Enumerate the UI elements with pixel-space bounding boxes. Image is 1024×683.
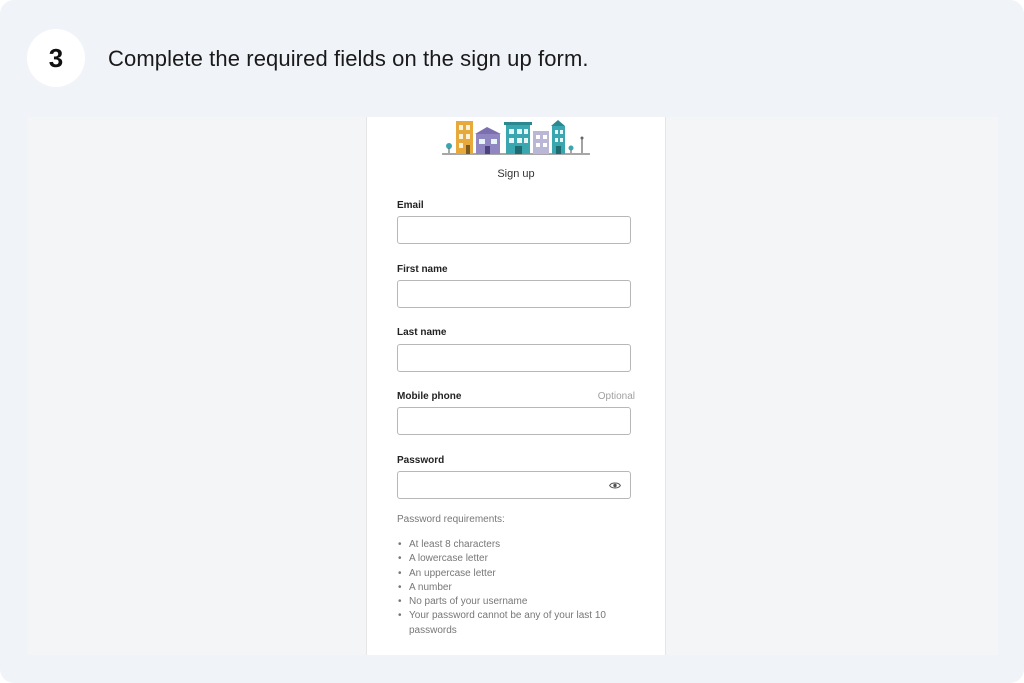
step-instruction: Complete the required fields on the sign… <box>108 46 589 71</box>
password-requirements-title: Password requirements: <box>397 514 505 525</box>
mobile-phone-field[interactable] <box>397 407 631 435</box>
password-requirements-list: At least 8 characters A lowercase letter… <box>397 538 642 638</box>
first-name-field[interactable] <box>397 280 631 308</box>
last-name-field[interactable] <box>397 344 631 372</box>
signup-form-panel: Sign up Email First name Last name Mobil… <box>366 117 666 655</box>
eye-icon[interactable] <box>609 481 621 490</box>
app-screenshot: Sign up Email First name Last name Mobil… <box>28 117 998 655</box>
tutorial-step-card: 3 Complete the required fields on the si… <box>0 0 1024 683</box>
list-item: At least 8 characters <box>397 538 642 553</box>
list-item: No parts of your username <box>397 595 642 610</box>
mobile-phone-optional-hint: Optional <box>597 391 635 402</box>
step-number-badge: 3 <box>27 29 85 87</box>
first-name-label: First name <box>397 264 448 275</box>
email-label: Email <box>397 200 424 211</box>
password-field[interactable] <box>397 471 631 499</box>
signup-title: Sign up <box>497 168 535 180</box>
mobile-phone-label: Mobile phone <box>397 391 462 402</box>
list-item: A lowercase letter <box>397 552 642 567</box>
town-buildings-illustration <box>442 120 590 155</box>
list-item: A number <box>397 581 642 596</box>
email-field[interactable] <box>397 216 631 244</box>
last-name-label: Last name <box>397 327 447 338</box>
list-item: Your password cannot be any of your last… <box>397 609 642 638</box>
list-item: An uppercase letter <box>397 567 642 582</box>
password-label: Password <box>397 455 445 466</box>
